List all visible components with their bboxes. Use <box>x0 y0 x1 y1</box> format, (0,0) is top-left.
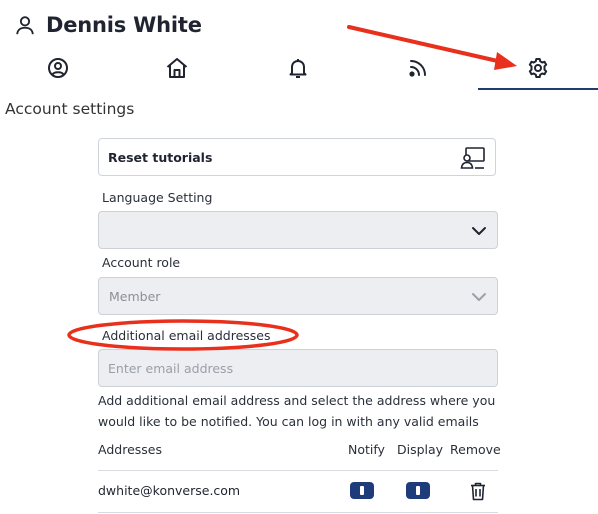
reset-tutorials-label: Reset tutorials <box>108 150 213 165</box>
user-icon <box>16 16 34 35</box>
additional-emails-label: Additional email addresses <box>102 328 271 343</box>
user-circle-icon <box>48 58 68 78</box>
reset-tutorials-button[interactable]: Reset tutorials <box>98 138 496 176</box>
display-toggle[interactable] <box>406 482 430 499</box>
account-role-value: Member <box>109 289 161 304</box>
chevron-down-icon <box>472 227 486 235</box>
chevron-down-icon <box>472 293 486 301</box>
account-role-label: Account role <box>102 255 181 270</box>
table-divider <box>98 470 498 471</box>
tab-bar <box>0 52 598 90</box>
notify-column-header: Notify <box>348 442 385 457</box>
language-label: Language Setting <box>102 190 213 205</box>
section-title: Account settings <box>5 100 135 118</box>
language-select[interactable] <box>98 211 498 249</box>
user-name: Dennis White <box>46 13 202 37</box>
table-row: dwhite@konverse.com <box>98 482 498 504</box>
email-input[interactable] <box>98 349 498 387</box>
email-address: dwhite@konverse.com <box>98 483 241 498</box>
notify-toggle[interactable] <box>350 482 374 499</box>
gear-icon <box>528 58 548 78</box>
tutorial-icon <box>460 147 485 169</box>
tab-profile[interactable] <box>46 56 70 80</box>
table-divider <box>98 512 498 513</box>
addresses-column-header: Addresses <box>98 442 162 457</box>
profile-header: Dennis White <box>14 13 202 37</box>
tab-home[interactable] <box>165 56 189 80</box>
trash-icon[interactable] <box>469 481 487 501</box>
account-role-select[interactable]: Member <box>98 277 498 315</box>
rss-icon <box>409 60 426 77</box>
active-tab-indicator <box>478 88 598 90</box>
tab-feed[interactable] <box>406 56 430 80</box>
tab-notifications[interactable] <box>286 56 310 80</box>
tab-settings[interactable] <box>526 56 550 80</box>
bell-icon <box>289 59 307 78</box>
home-icon <box>166 58 188 78</box>
remove-column-header: Remove <box>450 442 501 457</box>
display-column-header: Display <box>397 442 444 457</box>
email-help-text: Add additional email address and select … <box>98 393 496 429</box>
